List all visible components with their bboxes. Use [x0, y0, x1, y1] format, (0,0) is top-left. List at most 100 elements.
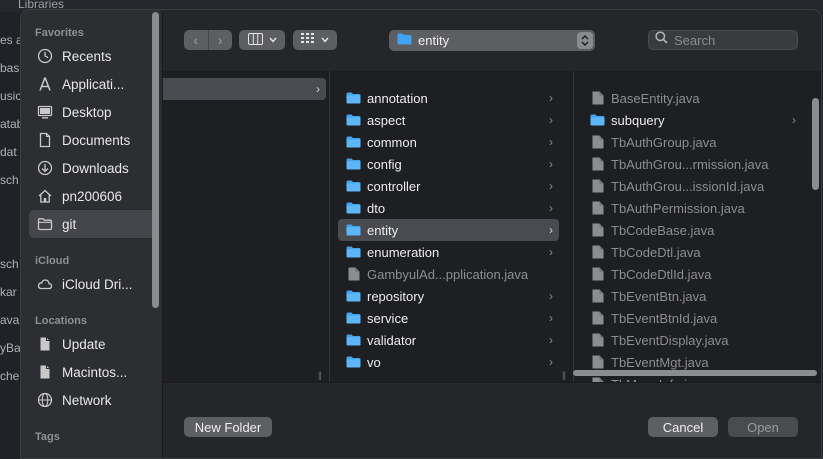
up-down-chevron-icon	[577, 32, 593, 49]
sidebar-scrollbar[interactable]	[152, 12, 159, 308]
icloud-header: iCloud	[35, 255, 70, 267]
file-row[interactable]: TbAuthGroup.java	[582, 131, 802, 153]
sidebar-item-macintos[interactable]: Macintos...	[29, 358, 157, 386]
chevron-down-icon	[268, 34, 277, 46]
sidebar-item-git[interactable]: git	[29, 210, 157, 238]
sidebar-item-icloud-dri[interactable]: iCloud Dri...	[29, 270, 157, 298]
background-list-item: kar	[0, 285, 17, 299]
folder-icon	[37, 216, 53, 232]
file-name: TbAuthGrou...rmission.java	[611, 156, 769, 172]
folder-row[interactable]: enumeration ›	[338, 241, 559, 263]
new-folder-button[interactable]: New Folder	[184, 417, 272, 437]
file-row[interactable]: TbEventBtn.java	[582, 285, 802, 307]
forward-button[interactable]: ›	[207, 30, 233, 50]
file-row[interactable]: TbCodeBase.java	[582, 219, 802, 241]
desktop-icon	[37, 104, 53, 120]
chevron-right-icon: ›	[792, 113, 796, 127]
file-row[interactable]: TbEventDisplay.java	[582, 329, 802, 351]
grid-icon	[301, 33, 315, 47]
column-1-selected-row[interactable]: ›	[163, 78, 326, 100]
file-name: TbEventMgt.java	[611, 354, 709, 370]
folder-icon	[397, 33, 412, 48]
file-icon	[346, 267, 361, 281]
folder-icon	[346, 334, 361, 347]
group-view-button[interactable]	[293, 30, 337, 50]
disk-icon	[37, 364, 53, 380]
cancel-button[interactable]: Cancel	[648, 417, 718, 437]
applications-icon	[37, 76, 53, 92]
folder-icon	[346, 202, 361, 215]
column-view-button[interactable]	[239, 30, 285, 50]
sidebar-item-update[interactable]: Update	[29, 330, 157, 358]
file-row[interactable]: TbAuthGrou...rmission.java	[582, 153, 802, 175]
background-list-item: sch	[0, 257, 19, 271]
back-forward-group: ‹ ›	[184, 30, 232, 50]
sidebar-item-recents[interactable]: Recents	[29, 42, 157, 70]
folder-row[interactable]: subquery ›	[582, 109, 802, 131]
file-row[interactable]: TbAuthGrou...issionId.java	[582, 175, 802, 197]
sidebar-item-documents[interactable]: Documents	[29, 126, 157, 154]
file-name: GambyulAd...pplication.java	[367, 266, 529, 282]
back-button[interactable]: ‹	[184, 30, 208, 50]
folder-icon	[346, 290, 361, 303]
file-name: TbCodeBase.java	[611, 222, 715, 238]
folder-name: dto	[367, 200, 386, 216]
sidebar-item-applicati[interactable]: Applicati...	[29, 70, 157, 98]
file-name: TbCodeDtl.java	[611, 244, 701, 260]
chevron-right-icon: ›	[549, 135, 553, 149]
file-row[interactable]: BaseEntity.java	[582, 87, 802, 109]
file-icon	[590, 135, 605, 149]
folder-name: config	[367, 156, 402, 172]
home-icon	[37, 188, 53, 204]
folder-name: enumeration	[367, 244, 440, 260]
folder-icon	[346, 312, 361, 325]
chevron-right-icon: ›	[217, 32, 223, 48]
background-list-item: che	[0, 369, 20, 383]
folder-row[interactable]: validator ›	[338, 329, 559, 351]
sidebar-item-network[interactable]: Network	[29, 386, 157, 414]
folder-row[interactable]: controller ›	[338, 175, 559, 197]
background-list-item: ava	[0, 313, 20, 327]
folder-row[interactable]: aspect ›	[338, 109, 559, 131]
sidebar-item-desktop[interactable]: Desktop	[29, 98, 157, 126]
folder-row[interactable]: config ›	[338, 153, 559, 175]
horizontal-scrollbar[interactable]	[573, 370, 817, 376]
chevron-right-icon: ›	[549, 201, 553, 215]
column-3-scrollbar[interactable]	[812, 98, 819, 190]
path-popup[interactable]: entity	[389, 30, 595, 51]
background-list-item	[0, 194, 20, 222]
file-row[interactable]: TbCodeDtl.java	[582, 241, 802, 263]
folder-row[interactable]: dto ›	[338, 197, 559, 219]
folder-row[interactable]: common ›	[338, 131, 559, 153]
sidebar-item-pn200606[interactable]: pn200606	[29, 182, 157, 210]
folder-name: vo	[367, 354, 381, 370]
file-row[interactable]: GambyulAd...pplication.java	[338, 263, 559, 285]
chevron-left-icon: ‹	[193, 32, 199, 48]
file-row[interactable]: TbAuthPermission.java	[582, 197, 802, 219]
sidebar-item-label: git	[62, 216, 77, 232]
column-resize-handle[interactable]: ||	[318, 370, 322, 380]
folder-name: controller	[367, 178, 421, 194]
folder-row[interactable]: service ›	[338, 307, 559, 329]
folder-row[interactable]: repository ›	[338, 285, 559, 307]
search-field[interactable]	[648, 30, 798, 50]
folder-name: validator	[367, 332, 417, 348]
folder-row[interactable]: vo ›	[338, 351, 559, 373]
background-list-item	[0, 222, 20, 250]
open-button[interactable]: Open	[728, 417, 798, 437]
column-resize-handle[interactable]: ||	[562, 370, 566, 380]
folder-name: common	[367, 134, 417, 150]
folder-row[interactable]: annotation ›	[338, 87, 559, 109]
file-row[interactable]: TbEventBtnId.java	[582, 307, 802, 329]
tags-header: Tags	[35, 431, 60, 443]
path-popup-label: entity	[418, 33, 450, 48]
chevron-right-icon: ›	[549, 113, 553, 127]
file-row[interactable]: TbCodeDtlId.java	[582, 263, 802, 285]
dialog-footer: New Folder Cancel Open	[163, 382, 821, 458]
sidebar-item-label: Documents	[62, 132, 131, 148]
sidebar-item-downloads[interactable]: Downloads	[29, 154, 157, 182]
folder-row[interactable]: entity ›	[338, 219, 559, 241]
chevron-down-icon	[321, 34, 329, 46]
search-input[interactable]	[674, 32, 784, 48]
globe-icon	[37, 392, 53, 408]
